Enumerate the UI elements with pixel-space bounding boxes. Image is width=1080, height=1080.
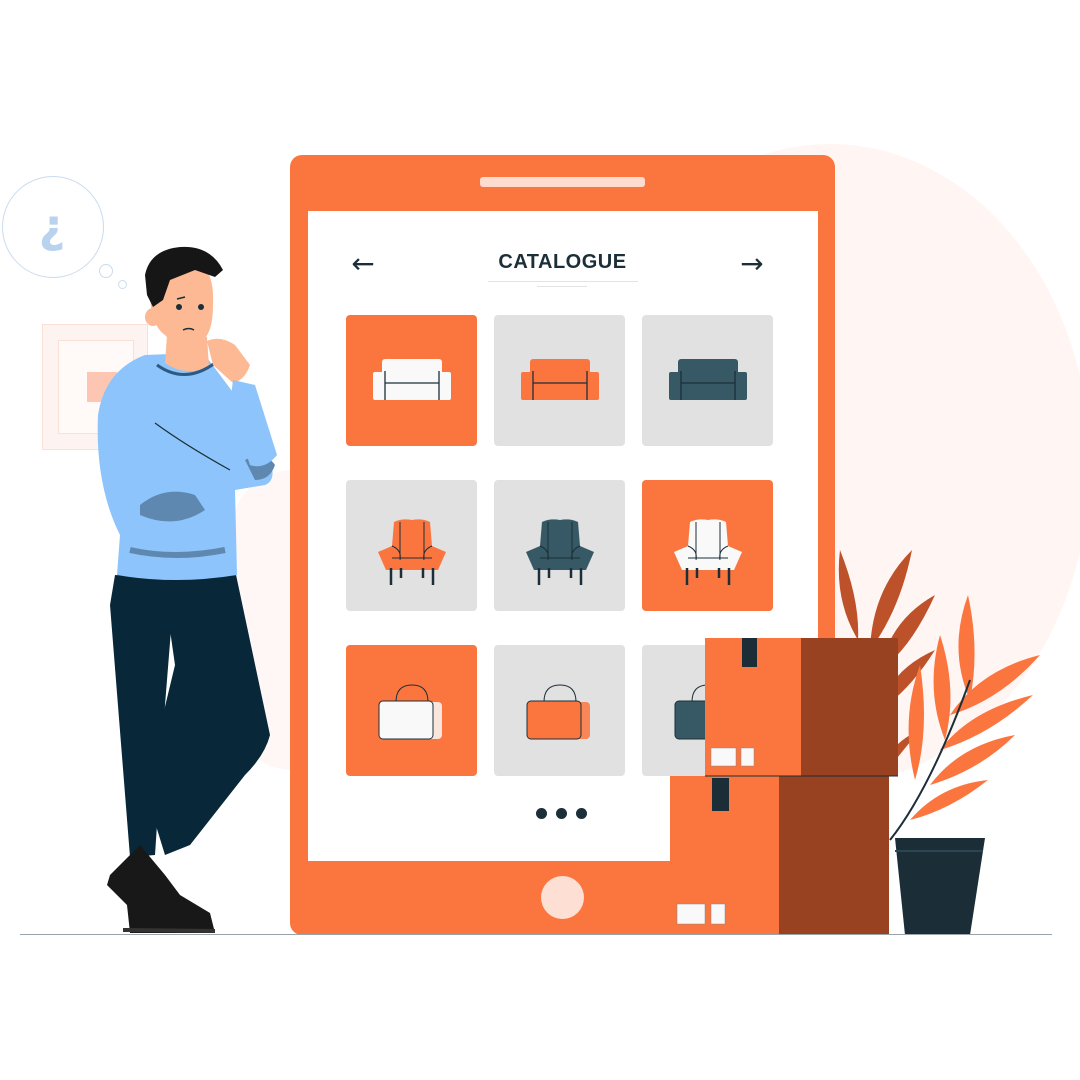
tablet-speaker: [480, 177, 645, 187]
upper-box-tape: [742, 638, 757, 667]
ground-line: [20, 934, 1052, 935]
home-button[interactable]: [541, 876, 584, 919]
next-arrow-icon[interactable]: →: [735, 248, 769, 280]
lower-box-side: [779, 776, 889, 935]
sofa-icon: [669, 359, 747, 400]
bag-icon: [378, 684, 442, 740]
pagination-dot[interactable]: [536, 808, 547, 819]
catalogue-title: CATALOGUE: [498, 251, 627, 273]
catalogue-tile-teal-armchair[interactable]: [494, 480, 625, 611]
armchair-icon: [674, 519, 742, 585]
title-underline-short: [537, 286, 587, 287]
armchair-icon: [526, 519, 594, 585]
sofa-icon: [521, 359, 599, 400]
sofa-icon: [373, 359, 451, 400]
prev-arrow-icon[interactable]: ←: [346, 248, 380, 280]
man-illustration: [97, 246, 277, 933]
pagination-dot[interactable]: [576, 808, 587, 819]
catalogue-tile-white-bag[interactable]: [346, 645, 477, 776]
catalogue-tile-teal-sofa[interactable]: [642, 315, 773, 446]
pagination-dot[interactable]: [556, 808, 567, 819]
stacked-boxes: [670, 638, 898, 935]
bag-icon: [526, 684, 590, 740]
pagination-dots[interactable]: [536, 808, 592, 822]
catalogue-tile-orange-sofa[interactable]: [494, 315, 625, 446]
catalogue-tile-white-sofa[interactable]: [346, 315, 477, 446]
catalogue-tile-orange-armchair[interactable]: [346, 480, 477, 611]
title-underline: [488, 281, 638, 282]
armchair-icon: [378, 519, 446, 585]
lower-box-tape: [712, 778, 729, 811]
catalogue-tile-orange-bag[interactable]: [494, 645, 625, 776]
catalogue-tile-white-armchair[interactable]: [642, 480, 773, 611]
question-mark-icon: ¿: [38, 199, 66, 253]
upper-box-side: [801, 638, 898, 776]
